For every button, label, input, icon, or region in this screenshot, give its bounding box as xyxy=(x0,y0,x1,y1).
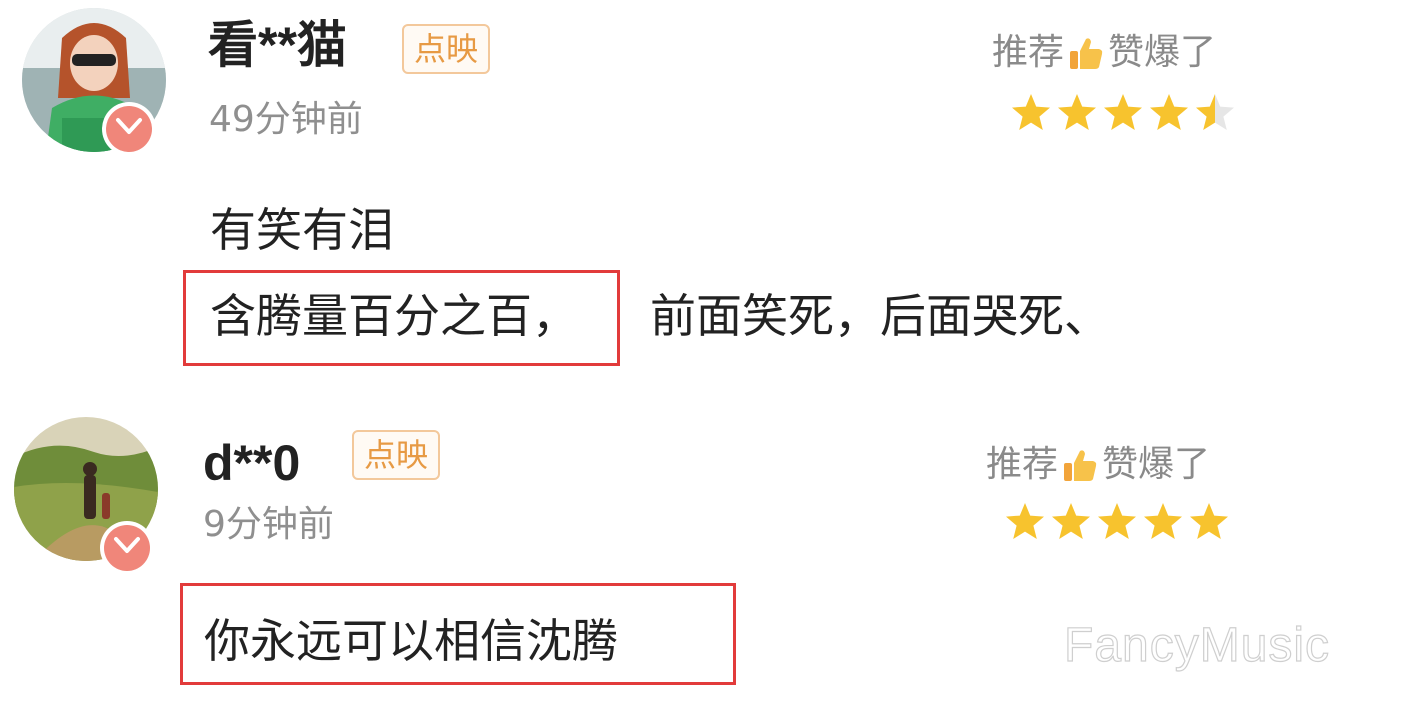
star-rating xyxy=(1010,92,1236,134)
rating-label: 推荐 赞爆了 xyxy=(986,445,1210,485)
rating-label: 推荐 赞爆了 xyxy=(992,33,1216,73)
star-icon xyxy=(1098,503,1136,539)
heart-icon xyxy=(116,118,142,134)
star-icon xyxy=(1150,94,1188,130)
comment-text-line: 有笑有泪 xyxy=(210,203,394,257)
star-rating xyxy=(1004,501,1230,543)
star-icon xyxy=(1104,94,1142,130)
post-time: 49分钟前 xyxy=(209,99,363,140)
post-time: 9分钟前 xyxy=(203,504,334,545)
comment-text-line: 前面笑死，后面哭死、 xyxy=(650,289,1110,343)
thumbs-up-icon xyxy=(1064,450,1097,481)
comment-item: 看**猫 点映 49分钟前 推荐 赞爆了 有笑有泪 含腾量百分之百， 前面笑死，… xyxy=(0,0,1410,380)
rating-label-right: 赞爆了 xyxy=(1108,32,1217,73)
vip-heart-badge xyxy=(100,521,154,575)
star-icon xyxy=(1190,503,1228,539)
watermark-text: FancyMusic xyxy=(1063,619,1331,672)
star-icon xyxy=(1006,503,1044,539)
user-avatar[interactable] xyxy=(22,8,166,156)
rating-label-left: 推荐 xyxy=(992,32,1065,73)
username[interactable]: d**0 xyxy=(203,438,300,488)
rating-label-left: 推荐 xyxy=(986,444,1059,485)
thumbs-up-icon xyxy=(1070,38,1103,69)
rating-label-right: 赞爆了 xyxy=(1102,444,1211,485)
star-icon xyxy=(1058,94,1096,130)
user-avatar[interactable] xyxy=(14,417,158,575)
highlight-box xyxy=(180,583,736,685)
star-icon xyxy=(1052,503,1090,539)
screening-tag: 点映 xyxy=(352,430,441,481)
username[interactable]: 看**猫 xyxy=(208,20,347,70)
highlight-box xyxy=(183,270,620,366)
vip-heart-badge xyxy=(102,102,156,156)
star-icon xyxy=(1144,503,1182,539)
star-icon xyxy=(1196,94,1234,130)
screening-tag: 点映 xyxy=(402,24,491,75)
heart-icon xyxy=(114,537,140,553)
star-icon xyxy=(1012,94,1050,130)
review-page: 看**猫 点映 49分钟前 推荐 赞爆了 有笑有泪 含腾量百分之百， 前面笑死，… xyxy=(0,0,1410,702)
